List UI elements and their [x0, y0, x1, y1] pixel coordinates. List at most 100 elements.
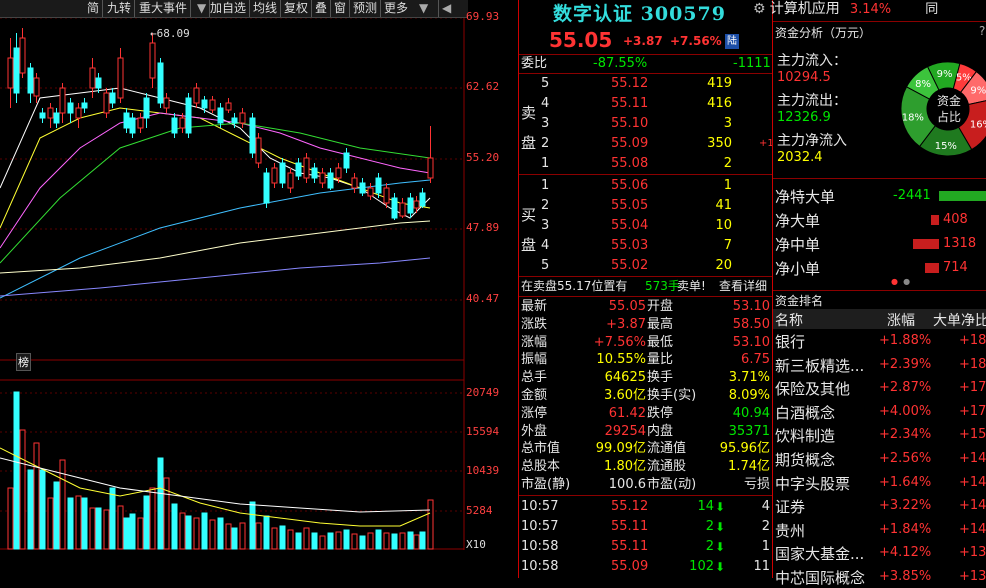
toolbar-jiuzhuan-button[interactable]: 九转 [104, 0, 136, 17]
candle-body [225, 102, 232, 111]
ranking-ratio: +14. [959, 521, 986, 537]
ranking-pct: +2.56% [879, 451, 932, 466]
buy-level-row[interactable]: 5 55.02 20 [519, 257, 772, 275]
page-dots[interactable]: ● ● [891, 277, 910, 286]
ranking-row[interactable]: 白酒概念 +4.00% +17. [773, 401, 986, 423]
tick-count: 1 [761, 539, 770, 554]
stat-value: 61.42 [608, 405, 646, 421]
toolbar-forecast-button[interactable]: 预测 [350, 0, 382, 17]
sell-volume: 2 [723, 156, 732, 171]
stat-label: 总市值 [521, 441, 561, 457]
ranking-ratio: +17. [959, 380, 986, 396]
volume-bar [249, 501, 256, 550]
ranking-pct: +1.64% [879, 474, 932, 490]
ranking-ratio: +17. [959, 403, 986, 419]
sell-level: 3 [541, 116, 550, 131]
board-badge[interactable]: 陆 [725, 34, 739, 49]
candle-body [27, 67, 34, 94]
notice-volume: 573手 [645, 279, 680, 293]
flow-value: 714 [943, 260, 968, 275]
candle-body [255, 137, 262, 164]
buy-level-row[interactable]: 2 55.05 41 [519, 197, 772, 215]
help-icon[interactable]: ? [979, 24, 985, 38]
sector-header[interactable]: ⚙ 计算机应用 3.14% 同 [753, 0, 938, 19]
ranking-row[interactable]: 新三板精选... +2.39% +18. [773, 354, 986, 376]
stat-value: +3.87 [606, 316, 646, 332]
pie-slice-label: 8% [915, 79, 931, 90]
moving-average-line [0, 179, 431, 299]
stat-label: 涨幅 [521, 334, 548, 350]
toolbar-window-button[interactable]: 窗 [331, 0, 351, 17]
ranking-row[interactable]: 中字头股票 +1.64% +14. [773, 472, 986, 494]
ranking-col-pct[interactable]: 涨幅 [887, 310, 915, 330]
toolbar-adjust-button[interactable]: 复权 [281, 0, 313, 17]
toolbar-major-events-button[interactable]: 重大事件 [136, 0, 192, 17]
candle-body [179, 117, 186, 129]
ranking-row[interactable]: 饮料制造 +2.34% +15. [773, 424, 986, 446]
stat-value: 64625 [604, 370, 646, 386]
candle-body [185, 97, 192, 134]
stat-label: 流通值 [647, 441, 687, 457]
ranking-row[interactable]: 贵州 +1.84% +14. [773, 519, 986, 541]
volume-bar [343, 529, 350, 550]
ranking-row[interactable]: 证券 +3.22% +14. [773, 495, 986, 517]
toolbar-more-button[interactable]: 更多 [381, 0, 411, 17]
ranking-pct: +2.39% [879, 356, 932, 372]
volume-bar [375, 529, 382, 550]
toolbar-collapse-icon[interactable]: ◀ [438, 0, 454, 17]
toolbar-simplified-button[interactable]: 简 [84, 0, 104, 17]
sell-level-row[interactable]: 2 55.09 350 +1 [519, 135, 774, 153]
volume-axis-label: 20749 [466, 386, 500, 399]
ranking-pct: +2.34% [879, 427, 932, 443]
volume-bar [89, 507, 96, 550]
sell-level: 4 [541, 96, 550, 111]
ranking-name: 贵州 [775, 521, 806, 540]
flow-value: -2441 [893, 188, 931, 203]
pie-center-line1: 资金 [936, 94, 961, 108]
price-axis-label: 40.47 [466, 292, 500, 305]
ranking-row[interactable]: 保险及其他 +2.87% +17. [773, 377, 986, 399]
candle-body [351, 177, 358, 189]
kline-chart[interactable]: 69.93 62.62 55.20 47.89 40.47 ←68.09 榜 2… [0, 10, 518, 578]
sell-level-row[interactable]: 5 55.12 419 [519, 75, 772, 93]
ranking-row[interactable]: 中芯国际概念+3.85%+13. [773, 566, 986, 588]
toolbar-overlay-button[interactable]: 叠 [312, 0, 332, 17]
volume-bar [279, 525, 286, 550]
same-sector-label[interactable]: 同 [925, 2, 938, 17]
ranking-row[interactable]: 期货概念 +2.56% +14. [773, 448, 986, 470]
sell-volume: 416 [707, 96, 732, 111]
pattern-tag[interactable]: 榜 [16, 353, 31, 371]
stat-value: +7.56% [593, 334, 646, 350]
notice-tag: 卖单! [677, 279, 706, 293]
buy-level-row[interactable]: 4 55.03 7 [519, 237, 772, 255]
toolbar-ma-button[interactable]: 均线 [250, 0, 282, 17]
sell-volume: 3 [723, 116, 732, 131]
ranking-col-ratio[interactable]: 大单净比 [933, 310, 986, 330]
candle-body [137, 117, 144, 129]
buy-level-row[interactable]: 1 55.06 1 [519, 177, 772, 195]
sell-level-row[interactable]: 1 55.08 2 [519, 155, 772, 173]
ranking-col-name[interactable]: 名称 [775, 310, 803, 330]
volume-bar [129, 513, 136, 550]
sell-level-row[interactable]: 4 55.11 416 [519, 95, 772, 113]
flow-bar [913, 239, 939, 249]
buy-level-row[interactable]: 3 55.04 10 [519, 217, 772, 235]
notice-detail-link[interactable]: 查看详细 [719, 277, 767, 295]
sell-level: 1 [541, 156, 550, 171]
down-arrow-icon: ⬇ [715, 500, 726, 514]
volume-bar [319, 535, 326, 550]
toolbar-add-watchlist-button[interactable]: 加自选 [207, 0, 251, 17]
stat-value: 29254 [604, 423, 646, 439]
candle-body [143, 97, 150, 119]
large-order-notice[interactable]: 在卖盘55.17位置有 573手 卖单! 查看详细 [519, 277, 772, 295]
ranking-row[interactable]: 银行 +1.88% +18. [773, 330, 986, 352]
ranking-row[interactable]: 国家大基金... +4.12% +13. [773, 542, 986, 564]
pie-center-label: 资金 占比 [935, 93, 963, 125]
tick-time: 10:57 [521, 499, 559, 514]
gear-icon[interactable]: ⚙ [753, 1, 766, 17]
candle-body [19, 37, 26, 74]
sell-level-row[interactable]: 3 55.10 3 [519, 115, 772, 133]
volume-bar [263, 515, 270, 550]
toolbar-more-arrow-icon[interactable]: ▼ [416, 0, 431, 17]
flow-row: 净特大单 -2441 [773, 186, 986, 206]
